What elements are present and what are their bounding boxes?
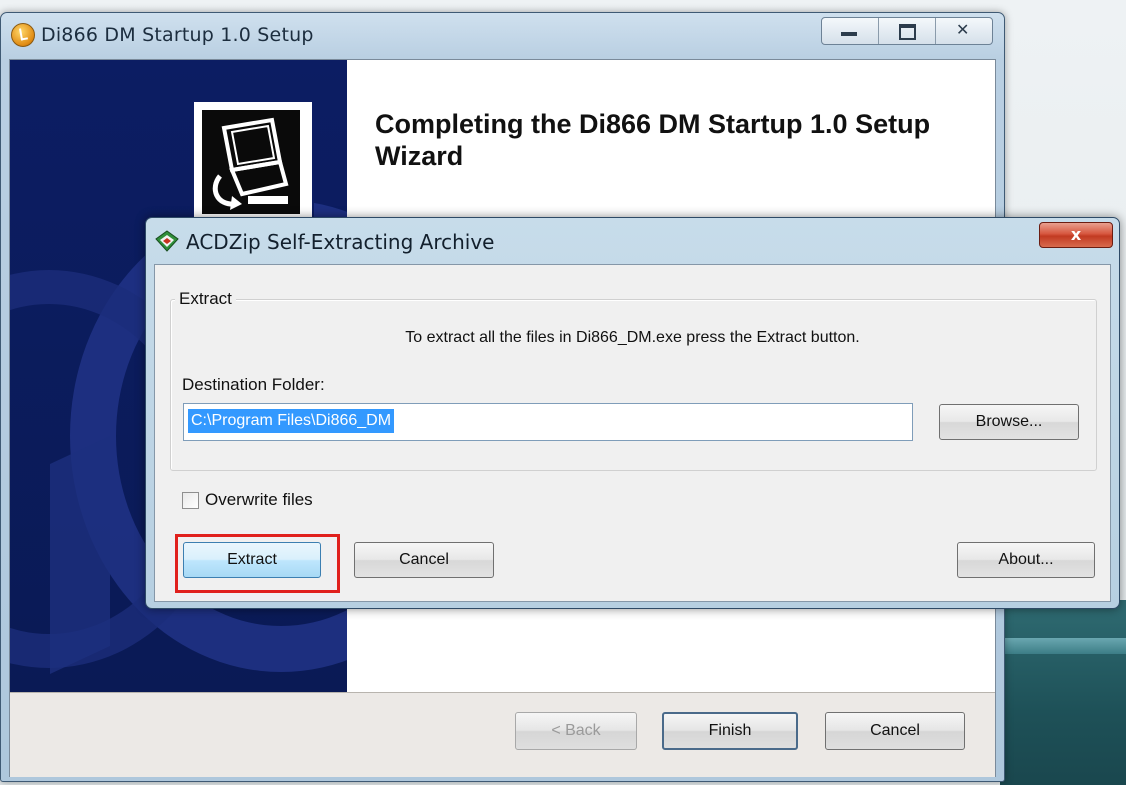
- extract-group-label: Extract: [175, 289, 236, 309]
- zip-dialog-title: ACDZip Self-Extracting Archive: [186, 230, 495, 254]
- destination-folder-label: Destination Folder:: [182, 375, 325, 394]
- zip-client-area: Extract To extract all the files in Di86…: [154, 264, 1111, 602]
- setup-titlebar[interactable]: Di866 DM Startup 1.0 Setup: [1, 13, 1004, 59]
- installer-icon: [11, 23, 35, 47]
- overwrite-files-checkbox[interactable]: [182, 491, 199, 509]
- desktop-taskbar-area: [1000, 600, 1126, 785]
- extract-button[interactable]: Extract: [183, 542, 321, 578]
- zip-dialog: ACDZip Self-Extracting Archive x Extract…: [145, 217, 1120, 609]
- zip-cancel-button[interactable]: Cancel: [354, 542, 494, 578]
- back-button[interactable]: < Back: [515, 712, 637, 750]
- wizard-heading: Completing the Di866 DM Startup 1.0 Setu…: [375, 109, 931, 171]
- destination-folder-value[interactable]: C:\Program Files\Di866_DM: [188, 409, 395, 433]
- close-button[interactable]: [936, 18, 992, 44]
- finish-button[interactable]: Finish: [662, 712, 798, 750]
- zip-titlebar[interactable]: ACDZip Self-Extracting Archive x: [146, 218, 1119, 264]
- browse-button[interactable]: Browse...: [939, 404, 1079, 440]
- setup-cancel-button[interactable]: Cancel: [825, 712, 965, 750]
- overwrite-files-label: Overwrite files: [205, 490, 313, 509]
- about-button[interactable]: About...: [957, 542, 1095, 578]
- setup-window-title: Di866 DM Startup 1.0 Setup: [41, 24, 314, 46]
- banner-decoration: [50, 436, 110, 674]
- minimize-button[interactable]: [822, 18, 879, 44]
- maximize-button[interactable]: [879, 18, 936, 44]
- desktop-taskbar-band: [1000, 638, 1126, 654]
- overwrite-files-checkbox-row[interactable]: Overwrite files: [182, 489, 313, 511]
- setup-footer: < Back Finish Cancel: [10, 692, 995, 777]
- close-button[interactable]: x: [1039, 222, 1113, 248]
- destination-folder-input[interactable]: C:\Program Files\Di866_DM: [183, 403, 913, 441]
- computer-install-icon: [192, 100, 314, 228]
- extract-instruction: To extract all the files in Di866_DM.exe…: [405, 329, 860, 346]
- caption-buttons: [821, 17, 993, 45]
- archive-icon: [155, 230, 179, 252]
